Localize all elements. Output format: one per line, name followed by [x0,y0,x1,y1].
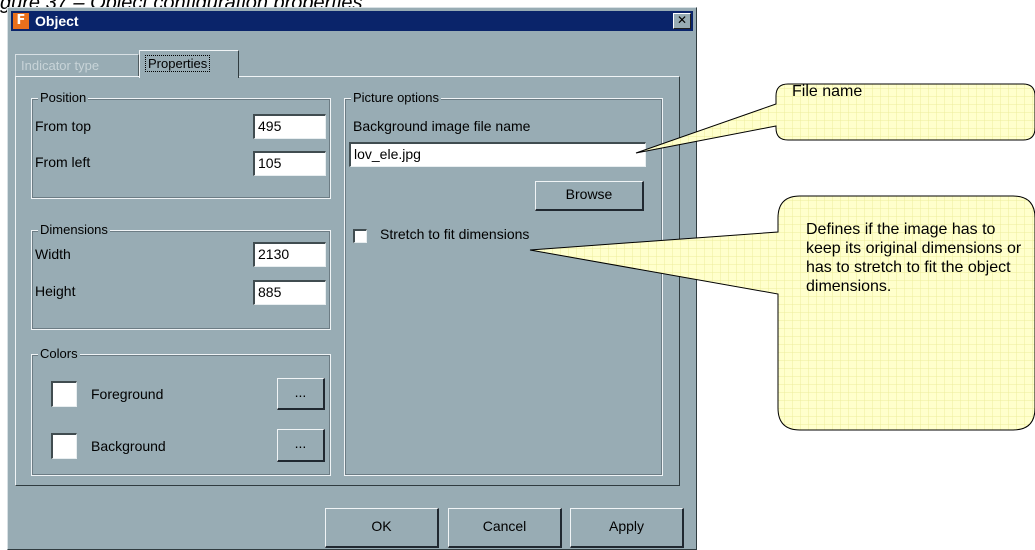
tab-indicator-type[interactable]: Indicator type [15,54,139,76]
apply-button[interactable]: Apply [570,508,684,548]
background-swatch [51,433,77,459]
height-field[interactable]: 885 [253,280,326,305]
tab-label: Properties [145,55,211,72]
picture-options-group: Picture options Background image file na… [344,90,663,476]
from-top-label: From top [35,118,92,134]
stretch-label[interactable]: Stretch to fit dimensions [380,226,529,242]
app-icon: F [13,13,29,29]
close-icon: ✕ [676,13,688,27]
browse-button[interactable]: Browse [535,181,644,211]
background-picker-button[interactable]: ... [277,429,325,462]
cancel-button[interactable]: Cancel [448,508,562,548]
dimensions-group: Dimensions Width 2130 Height 885 [31,222,331,330]
foreground-label: Foreground [91,386,164,402]
foreground-swatch [51,381,77,407]
group-legend: Picture options [351,90,441,106]
tab-label: Indicator type [21,58,100,73]
foreground-picker-button[interactable]: ... [277,378,325,410]
dialog-title: Object [35,13,79,29]
stretch-checkbox[interactable] [353,229,367,243]
close-button[interactable]: ✕ [673,13,691,29]
from-left-label: From left [35,154,91,170]
from-top-field[interactable]: 495 [253,114,326,139]
file-name-label: Background image file name [353,118,531,134]
title-bar[interactable]: F Object ✕ [11,11,693,31]
background-label: Background [91,438,166,454]
group-legend: Position [38,90,89,106]
file-name-field[interactable]: lov_ele.jpg [349,142,646,167]
position-group: Position From top 495 From left 105 [31,90,331,199]
file-name-callout-text: File name [792,83,863,100]
width-field[interactable]: 2130 [253,242,326,267]
tab-properties[interactable]: Properties [139,50,239,78]
stretch-callout-text: Defines if the image has to keep its ori… [806,221,1022,295]
object-dialog: F Object ✕ Indicator type Properties Pos… [7,7,697,550]
from-left-field[interactable]: 105 [253,151,326,176]
group-legend: Dimensions [38,222,110,238]
properties-panel: Position From top 495 From left 105 Dime… [15,76,680,486]
width-label: Width [35,246,71,262]
height-label: Height [35,283,76,299]
colors-group: Colors Foreground ... Background ... [31,346,331,476]
group-legend: Colors [38,346,80,362]
ok-button[interactable]: OK [325,508,439,548]
